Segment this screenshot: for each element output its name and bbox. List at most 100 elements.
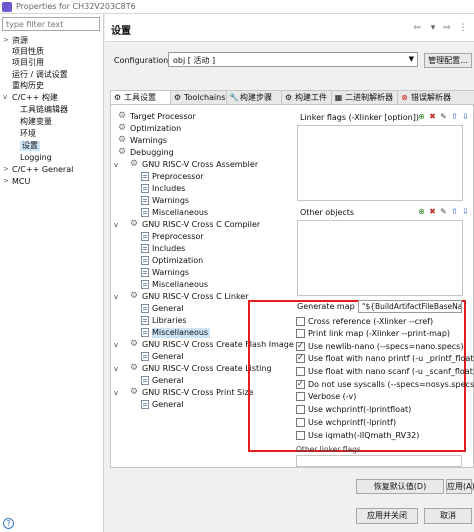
tree-item[interactable]: Warnings [141, 196, 189, 206]
forward-icon[interactable]: ⇨ [441, 22, 453, 34]
checkbox[interactable] [296, 329, 305, 338]
toolchain-icon: ⚙ [173, 93, 182, 102]
apply-and-close-button[interactable]: 应用并关闭 [356, 508, 418, 524]
tree-item[interactable]: ⚙ GNU RISC-V Cross Assembler [130, 160, 258, 170]
checkbox-checked[interactable] [296, 379, 305, 389]
move-up-icon[interactable]: ⇧ [450, 112, 459, 121]
other-objects-list[interactable] [297, 220, 463, 296]
gear-icon: ⚙ [118, 135, 127, 145]
move-down-icon[interactable]: ⇩ [461, 207, 470, 216]
checkbox[interactable] [296, 317, 305, 326]
tree-item[interactable]: Libraries [141, 316, 187, 326]
expand-icon[interactable]: > [3, 36, 9, 44]
restore-defaults-button[interactable]: 恢复默认值(D) [356, 479, 444, 494]
other-objects-label: Other objects [300, 208, 355, 217]
tree-item[interactable]: Warnings [141, 268, 189, 278]
move-down-icon[interactable]: ⇩ [461, 112, 470, 121]
collapse-icon[interactable]: v [114, 388, 118, 398]
nav-item-run-debug[interactable]: 运行 / 调试设置 [12, 70, 68, 80]
other-linker-flags-input[interactable] [296, 455, 462, 467]
nav-item-refactor-history[interactable]: 重构历史 [12, 81, 44, 91]
delete-icon[interactable]: ✖ [428, 112, 437, 121]
tree-item[interactable]: Preprocessor [141, 172, 204, 182]
checkbox-checked[interactable] [296, 353, 305, 363]
tree-item[interactable]: General [141, 400, 184, 410]
tree-item[interactable]: ⚙ Optimization [118, 124, 181, 134]
checkbox[interactable] [296, 405, 305, 414]
tree-item[interactable]: ⚙ Target Processor [118, 112, 196, 122]
settings-page-icon [141, 328, 149, 337]
move-up-icon[interactable]: ⇧ [450, 207, 459, 216]
nav-item-build-vars[interactable]: 构建变量 [20, 117, 52, 127]
checkbox[interactable] [296, 367, 305, 376]
edit-icon[interactable]: ✎ [439, 112, 448, 121]
settings-page-icon [141, 304, 149, 313]
nav-item-mcu[interactable]: MCU [12, 177, 30, 187]
back-menu-icon[interactable]: ▾ [427, 22, 439, 34]
checkbox-checked[interactable] [296, 341, 305, 351]
delete-icon[interactable]: ✖ [428, 207, 437, 216]
filter-input[interactable]: type filter text [2, 17, 100, 31]
checkbox[interactable] [296, 418, 305, 427]
tree-item[interactable]: ⚙ Debugging [118, 148, 174, 158]
manage-config-button[interactable]: 管理配置... [424, 53, 472, 68]
apply-button[interactable]: 应用(A) [446, 479, 474, 494]
collapse-icon[interactable]: v [3, 93, 7, 101]
help-icon[interactable]: ? [3, 518, 14, 529]
tree-item[interactable]: General [141, 352, 184, 362]
tree-item[interactable]: General [141, 376, 184, 386]
gear-icon: ⚙ [118, 111, 127, 121]
checkbox[interactable] [296, 392, 305, 401]
tree-item[interactable]: Preprocessor [141, 232, 204, 242]
tool-settings-icon: ⚙ [113, 93, 122, 102]
tree-item-selected[interactable]: Miscellaneous [141, 328, 211, 338]
linker-flags-list[interactable] [297, 125, 463, 201]
nav-item-project-ref[interactable]: 项目引用 [12, 58, 44, 68]
tree-item[interactable]: Optimization [141, 256, 203, 266]
linker-flags-label: Linker flags (-Xlinker [option]) [300, 113, 419, 122]
checkbox[interactable] [296, 431, 305, 440]
nav-item-environment[interactable]: 环境 [20, 129, 36, 139]
nav-item-toolchain-editor[interactable]: 工具链编辑器 [20, 105, 68, 115]
tab-label: Toolchains [184, 93, 226, 102]
generate-map-input[interactable]: "${BuildArtifactFileBaseName [358, 300, 462, 313]
nav-item-logging[interactable]: Logging [20, 153, 52, 163]
settings-page-icon [141, 256, 149, 265]
edit-icon[interactable]: ✎ [439, 207, 448, 216]
tree-item[interactable]: ⚙ GNU RISC-V Cross Print Size [130, 388, 253, 398]
collapse-icon[interactable]: v [114, 292, 118, 302]
collapse-icon[interactable]: v [114, 340, 118, 350]
tree-item[interactable]: ⚙ GNU RISC-V Cross C Linker [130, 292, 249, 302]
collapse-icon[interactable]: v [114, 160, 118, 170]
tree-item[interactable]: Miscellaneous [141, 208, 208, 218]
nav-item-cpp-general[interactable]: C/C++ General [12, 165, 73, 175]
expand-icon[interactable]: > [3, 165, 9, 173]
tree-item[interactable]: Miscellaneous [141, 280, 208, 290]
nav-item-cpp-build[interactable]: C/C++ 构建 [12, 93, 58, 103]
nav-item-resource[interactable]: 资源 [12, 36, 28, 46]
tree-item[interactable]: General [141, 304, 184, 314]
menu-icon[interactable]: ⋮ [457, 22, 469, 34]
add-icon[interactable]: ⊕ [417, 112, 426, 121]
tab-label: 构建步骤 [240, 93, 272, 102]
configuration-select[interactable]: obj [ 活动 ] ▼ [168, 52, 418, 67]
settings-page-icon [141, 316, 149, 325]
nav-item-project-nature[interactable]: 项目性质 [12, 47, 44, 57]
back-icon[interactable]: ⇦ [411, 22, 423, 34]
tree-item[interactable]: Includes [141, 184, 185, 194]
configuration-value: obj [ 活动 ] [173, 56, 216, 65]
tree-item[interactable]: ⚙ Warnings [118, 136, 167, 146]
expand-icon[interactable]: > [3, 177, 9, 185]
tab-bar: ⚙ 工具设置 ⚙ Toolchains 🔧 构建步骤 ⚙ 构建工件 ▦ 二进制解… [110, 90, 474, 106]
artifact-icon: ⚙ [284, 93, 293, 102]
wrench-icon: 🔧 [229, 93, 239, 102]
gear-icon: ⚙ [130, 387, 139, 397]
collapse-icon[interactable]: v [114, 220, 118, 230]
tab-error-parser[interactable]: ⊗ 错误解析器 [397, 90, 474, 105]
nav-item-settings[interactable]: 设置 [20, 141, 40, 151]
tree-item[interactable]: Includes [141, 244, 185, 254]
cancel-button[interactable]: 取消 [424, 508, 472, 524]
tree-item[interactable]: ⚙ GNU RISC-V Cross C Compiler [130, 220, 260, 230]
collapse-icon[interactable]: v [114, 364, 118, 374]
add-icon[interactable]: ⊕ [417, 207, 426, 216]
